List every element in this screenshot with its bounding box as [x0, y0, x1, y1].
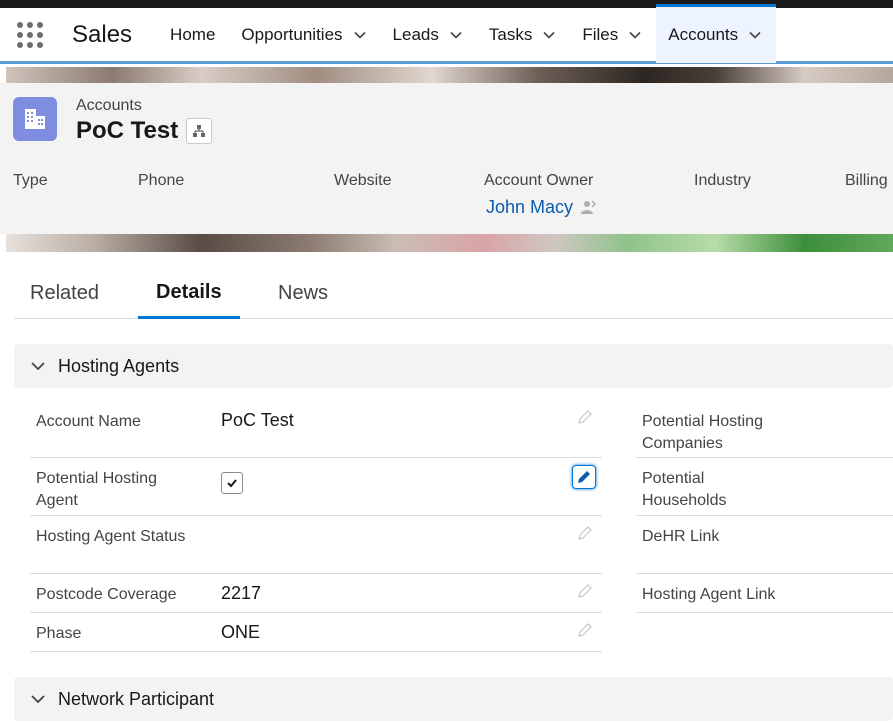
app-launcher-icon[interactable]: [10, 15, 50, 55]
account-owner-link[interactable]: John Macy: [486, 197, 597, 218]
field-potential-households: Potential Households: [636, 458, 893, 516]
nav-item-tasks[interactable]: Tasks: [477, 7, 570, 63]
field-label: Phase: [36, 625, 82, 642]
field-label: Hosting Agent Status: [36, 528, 186, 545]
edit-pencil-icon[interactable]: [576, 582, 594, 600]
section-title: Hosting Agents: [58, 355, 180, 376]
nav-item-home[interactable]: Home: [158, 7, 229, 63]
account-object-icon: [13, 97, 57, 141]
field-label: Potential Hosting Agent: [36, 470, 157, 509]
nav-item-files[interactable]: Files: [570, 7, 656, 63]
banner-image-bottom: [6, 234, 893, 252]
nav-item-label: Home: [170, 24, 216, 44]
record-header: Accounts PoC Test Type Phone Website Acc…: [0, 83, 893, 234]
highlight-type-label: Type: [13, 172, 48, 189]
potential-hosting-agent-checkbox[interactable]: [221, 472, 243, 494]
app-name: Sales: [72, 20, 133, 48]
change-owner-icon[interactable]: [579, 199, 597, 217]
record-tabs: Related Details News: [14, 268, 893, 319]
nav-item-label: Leads: [392, 24, 439, 44]
checkmark-icon: [227, 479, 237, 488]
highlight-industry-label: Industry: [694, 172, 751, 189]
field-value: 2217: [221, 583, 262, 603]
section-network-participant[interactable]: Network Participant: [14, 677, 893, 721]
chevron-down-icon[interactable]: [542, 28, 556, 42]
highlight-billing-label: Billing: [845, 172, 888, 189]
section-hosting-agents[interactable]: Hosting Agents: [14, 344, 893, 388]
highlight-owner-label: Account Owner: [484, 172, 594, 189]
edit-button-active[interactable]: [572, 465, 596, 489]
nav-item-label: Files: [582, 24, 619, 44]
chevron-down-icon[interactable]: [748, 28, 762, 42]
field-potential-hosting-agent: Potential Hosting Agent: [30, 458, 602, 516]
tab-label: Related: [30, 282, 99, 304]
field-label: Potential Hosting Companies: [642, 413, 763, 452]
field-potential-hosting-companies: Potential Hosting Companies: [636, 400, 893, 458]
field-hosting-agent-link: Hosting Agent Link: [636, 574, 893, 613]
edit-pencil-icon[interactable]: [576, 524, 594, 542]
nav-item-label: Tasks: [488, 24, 533, 44]
field-label: Hosting Agent Link: [642, 586, 776, 603]
field-value: ONE: [221, 622, 261, 642]
tab-details[interactable]: Details: [138, 268, 240, 319]
edit-pencil-icon[interactable]: [576, 621, 594, 639]
edit-pencil-icon: [578, 471, 590, 483]
field-label: Postcode Coverage: [36, 586, 177, 603]
field-hosting-agent-status: Hosting Agent Status: [30, 516, 602, 574]
highlight-website-label: Website: [334, 172, 392, 189]
object-label: Accounts: [76, 97, 142, 114]
tab-label: News: [278, 282, 329, 304]
tab-news[interactable]: News: [262, 268, 344, 319]
nav-item-leads[interactable]: Leads: [381, 7, 477, 63]
record-title: PoC Test: [76, 117, 179, 144]
nav-item-accounts[interactable]: Accounts: [656, 3, 777, 63]
section-title: Network Participant: [58, 688, 215, 709]
nav-item-label: Opportunities: [241, 24, 343, 44]
account-owner-name: John Macy: [486, 197, 574, 217]
field-dehr-link: DeHR Link: [636, 516, 893, 574]
field-label: DeHR Link: [642, 528, 720, 545]
chevron-down-icon[interactable]: [353, 28, 367, 42]
banner-image-top: [6, 67, 893, 83]
highlight-phone-label: Phone: [138, 172, 185, 189]
edit-pencil-icon[interactable]: [576, 408, 594, 426]
field-label: Potential Households: [642, 470, 727, 509]
chevron-down-icon[interactable]: [628, 28, 642, 42]
nav-item-label: Accounts: [668, 24, 739, 44]
chevron-down-icon: [31, 695, 45, 704]
global-nav-bar: Sales Home Opportunities Leads Tasks Fil…: [0, 3, 893, 64]
chevron-down-icon[interactable]: [449, 28, 463, 42]
field-label: Account Name: [36, 413, 141, 430]
view-hierarchy-button[interactable]: [186, 118, 212, 144]
hierarchy-icon: [193, 125, 205, 137]
field-value: PoC Test: [221, 410, 294, 430]
field-phase: Phase ONE: [30, 613, 602, 652]
tab-label: Details: [156, 280, 222, 303]
tab-related[interactable]: Related: [14, 268, 115, 319]
field-account-name: Account Name PoC Test: [30, 400, 602, 458]
nav-item-opportunities[interactable]: Opportunities: [229, 7, 380, 63]
field-postcode-coverage: Postcode Coverage 2217: [30, 574, 602, 613]
chevron-down-icon: [31, 362, 45, 371]
